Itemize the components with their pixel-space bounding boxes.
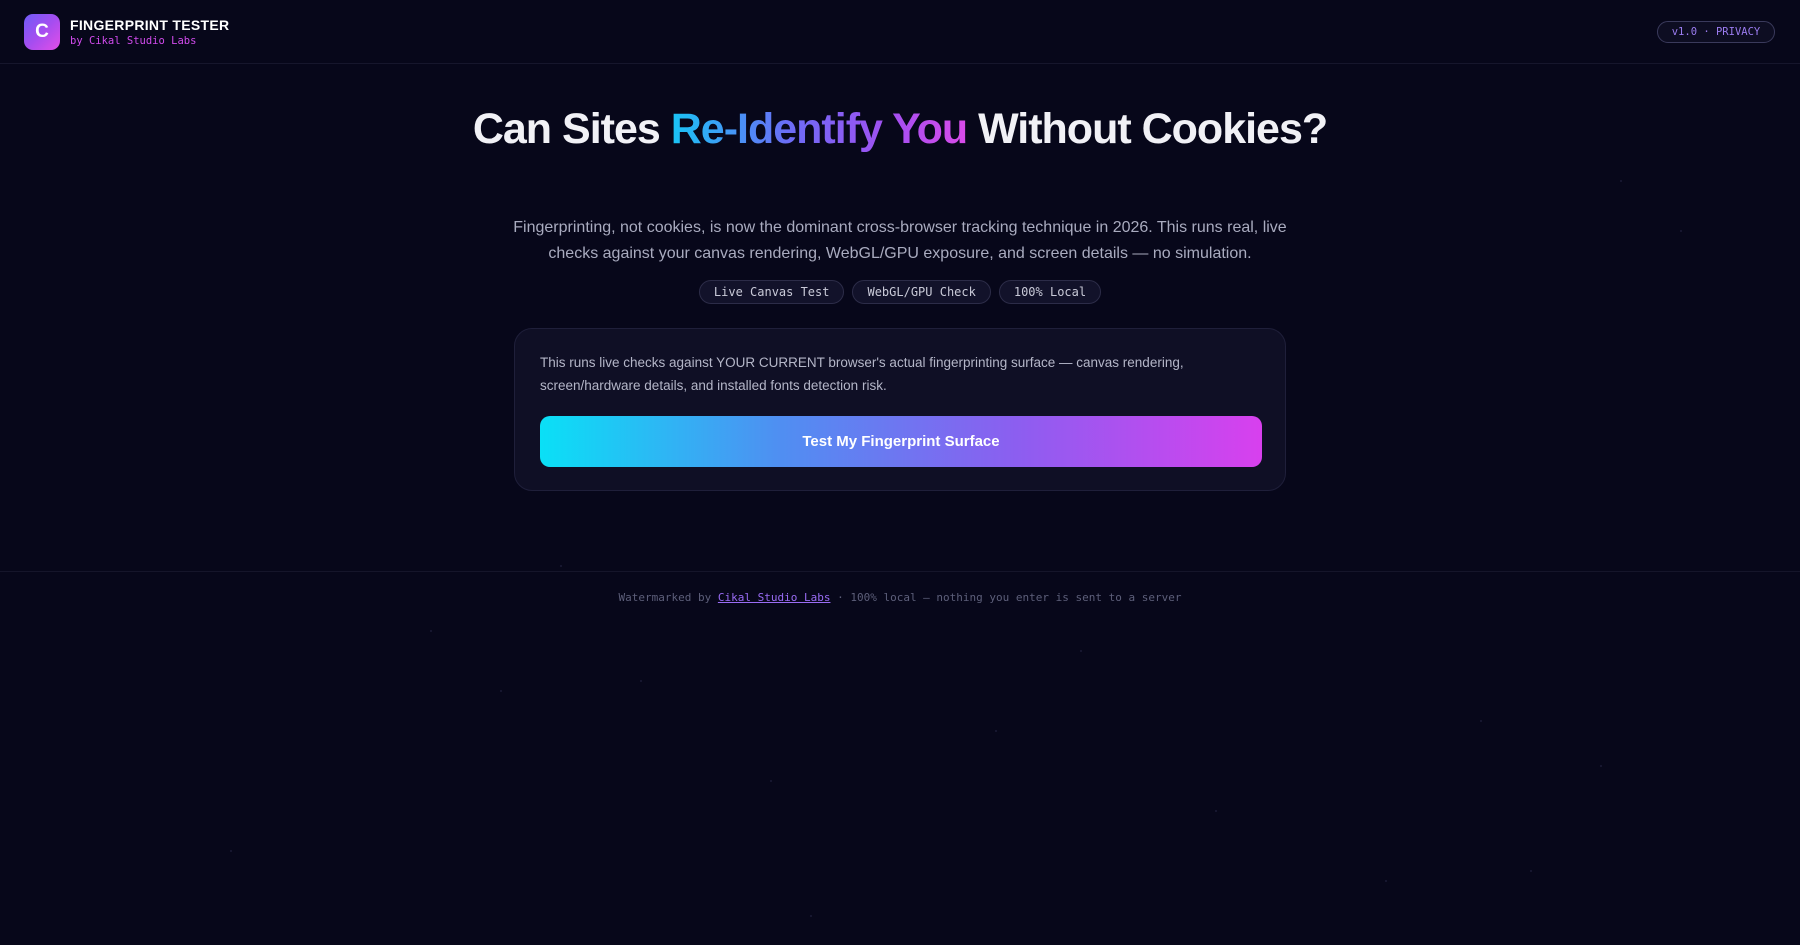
logo-letter: C <box>35 21 49 42</box>
headline-part1: Can Sites <box>472 105 671 153</box>
tag-live-canvas: Live Canvas Test <box>698 280 845 304</box>
app-logo: C <box>24 14 60 50</box>
feature-tags: Live Canvas Test WebGL/GPU Check 100% Lo… <box>0 280 1800 304</box>
footer-studio-link[interactable]: Cikal Studio Labs <box>718 591 831 604</box>
page-footer: Watermarked by Cikal Studio Labs · 100% … <box>0 571 1800 631</box>
page-subtitle: Fingerprinting, not cookies, is now the … <box>513 219 1287 262</box>
app-title: FINGERPRINT TESTER <box>70 17 230 33</box>
page-title: Can Sites Re-Identify You Without Cookie… <box>400 104 1400 154</box>
footer-prefix: Watermarked by <box>618 591 718 604</box>
version-badge: v1.0 · PRIVACY <box>1657 21 1775 43</box>
tag-webgl-gpu: WebGL/GPU Check <box>852 280 991 304</box>
headline-highlight: Re-Identify You <box>670 105 968 153</box>
test-card: This runs live checks against YOUR CURRE… <box>514 328 1286 491</box>
footer-suffix: · 100% local — nothing you enter is sent… <box>830 591 1182 604</box>
card-description: This runs live checks against YOUR CURRE… <box>540 355 1184 393</box>
tag-local: 100% Local <box>998 280 1102 304</box>
headline-part2: Without Cookies? <box>967 105 1328 153</box>
app-subtitle: by Cikal Studio Labs <box>70 35 197 47</box>
top-header: C FINGERPRINT TESTER by Cikal Studio Lab… <box>0 0 1800 64</box>
test-fingerprint-button[interactable]: Test My Fingerprint Surface <box>540 416 1262 467</box>
